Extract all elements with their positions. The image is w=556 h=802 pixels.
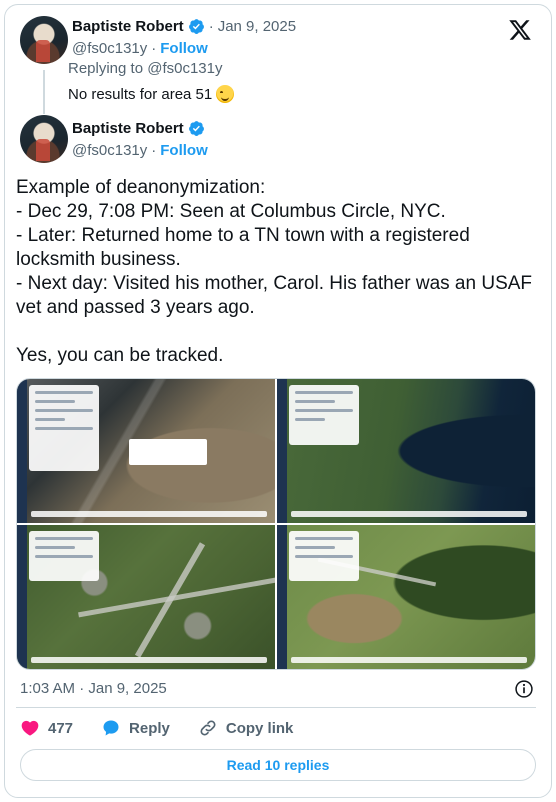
read-replies-label: Read 10 replies — [226, 757, 330, 773]
author-name[interactable]: Baptiste Robert — [72, 120, 184, 137]
avatar[interactable] — [20, 16, 68, 64]
parent-timestamp-sep: · — [208, 18, 214, 35]
x-logo-icon[interactable] — [508, 18, 532, 42]
reply-bubble-icon — [103, 720, 119, 736]
like-count: 477 — [48, 719, 74, 737]
media-grid — [16, 378, 536, 670]
heart-icon — [21, 720, 39, 736]
sweat-smile-emoji-icon — [216, 85, 235, 103]
copy-link-button[interactable]: Copy link — [198, 718, 294, 738]
verified-badge-icon — [188, 121, 204, 136]
main-author-row: Baptiste Robert — [72, 120, 205, 137]
info-icon[interactable] — [514, 679, 534, 699]
author-handle[interactable]: @fs0c131y — [72, 142, 147, 159]
tweet-timestamp[interactable]: 1:03 AM · Jan 9, 2025 — [20, 680, 167, 697]
verified-badge-icon — [188, 19, 204, 34]
tweet-text: Example of deanonymization: - Dec 29, 7:… — [16, 177, 533, 366]
main-handle-row: @fs0c131y · Follow — [72, 142, 208, 159]
author-name[interactable]: Baptiste Robert — [72, 18, 184, 35]
replying-to[interactable]: Replying to @fs0c131y — [68, 60, 222, 77]
rural-property-satellite-map-image[interactable] — [277, 525, 535, 669]
northeast-us-satellite-map-image[interactable] — [277, 379, 535, 523]
avatar[interactable] — [20, 115, 68, 163]
divider — [16, 707, 536, 708]
parent-timestamp[interactable]: Jan 9, 2025 — [218, 18, 296, 35]
city-satellite-map-image[interactable] — [17, 379, 275, 523]
suburb-satellite-map-image[interactable] — [17, 525, 275, 669]
author-handle[interactable]: @fs0c131y — [72, 40, 147, 57]
reply-label: Reply — [129, 719, 170, 737]
read-replies-button[interactable]: Read 10 replies — [20, 749, 536, 781]
action-bar: 477 Reply Copy link — [20, 718, 321, 738]
thread-line — [43, 70, 45, 114]
like-button[interactable]: 477 — [20, 718, 73, 738]
parent-tweet-text-row: No results for area 51 — [68, 85, 235, 103]
follow-button[interactable]: Follow — [160, 142, 208, 159]
handle-sep: · — [151, 142, 157, 159]
follow-button[interactable]: Follow — [160, 40, 208, 57]
parent-tweet-text: No results for area 51 — [68, 85, 213, 103]
handle-sep: · — [151, 40, 157, 57]
parent-handle-row: @fs0c131y · Follow — [72, 40, 208, 57]
reply-button[interactable]: Reply — [101, 718, 170, 738]
link-icon — [200, 720, 216, 736]
parent-author-row: Baptiste Robert · Jan 9, 2025 — [72, 18, 296, 35]
copy-link-label: Copy link — [225, 719, 294, 737]
